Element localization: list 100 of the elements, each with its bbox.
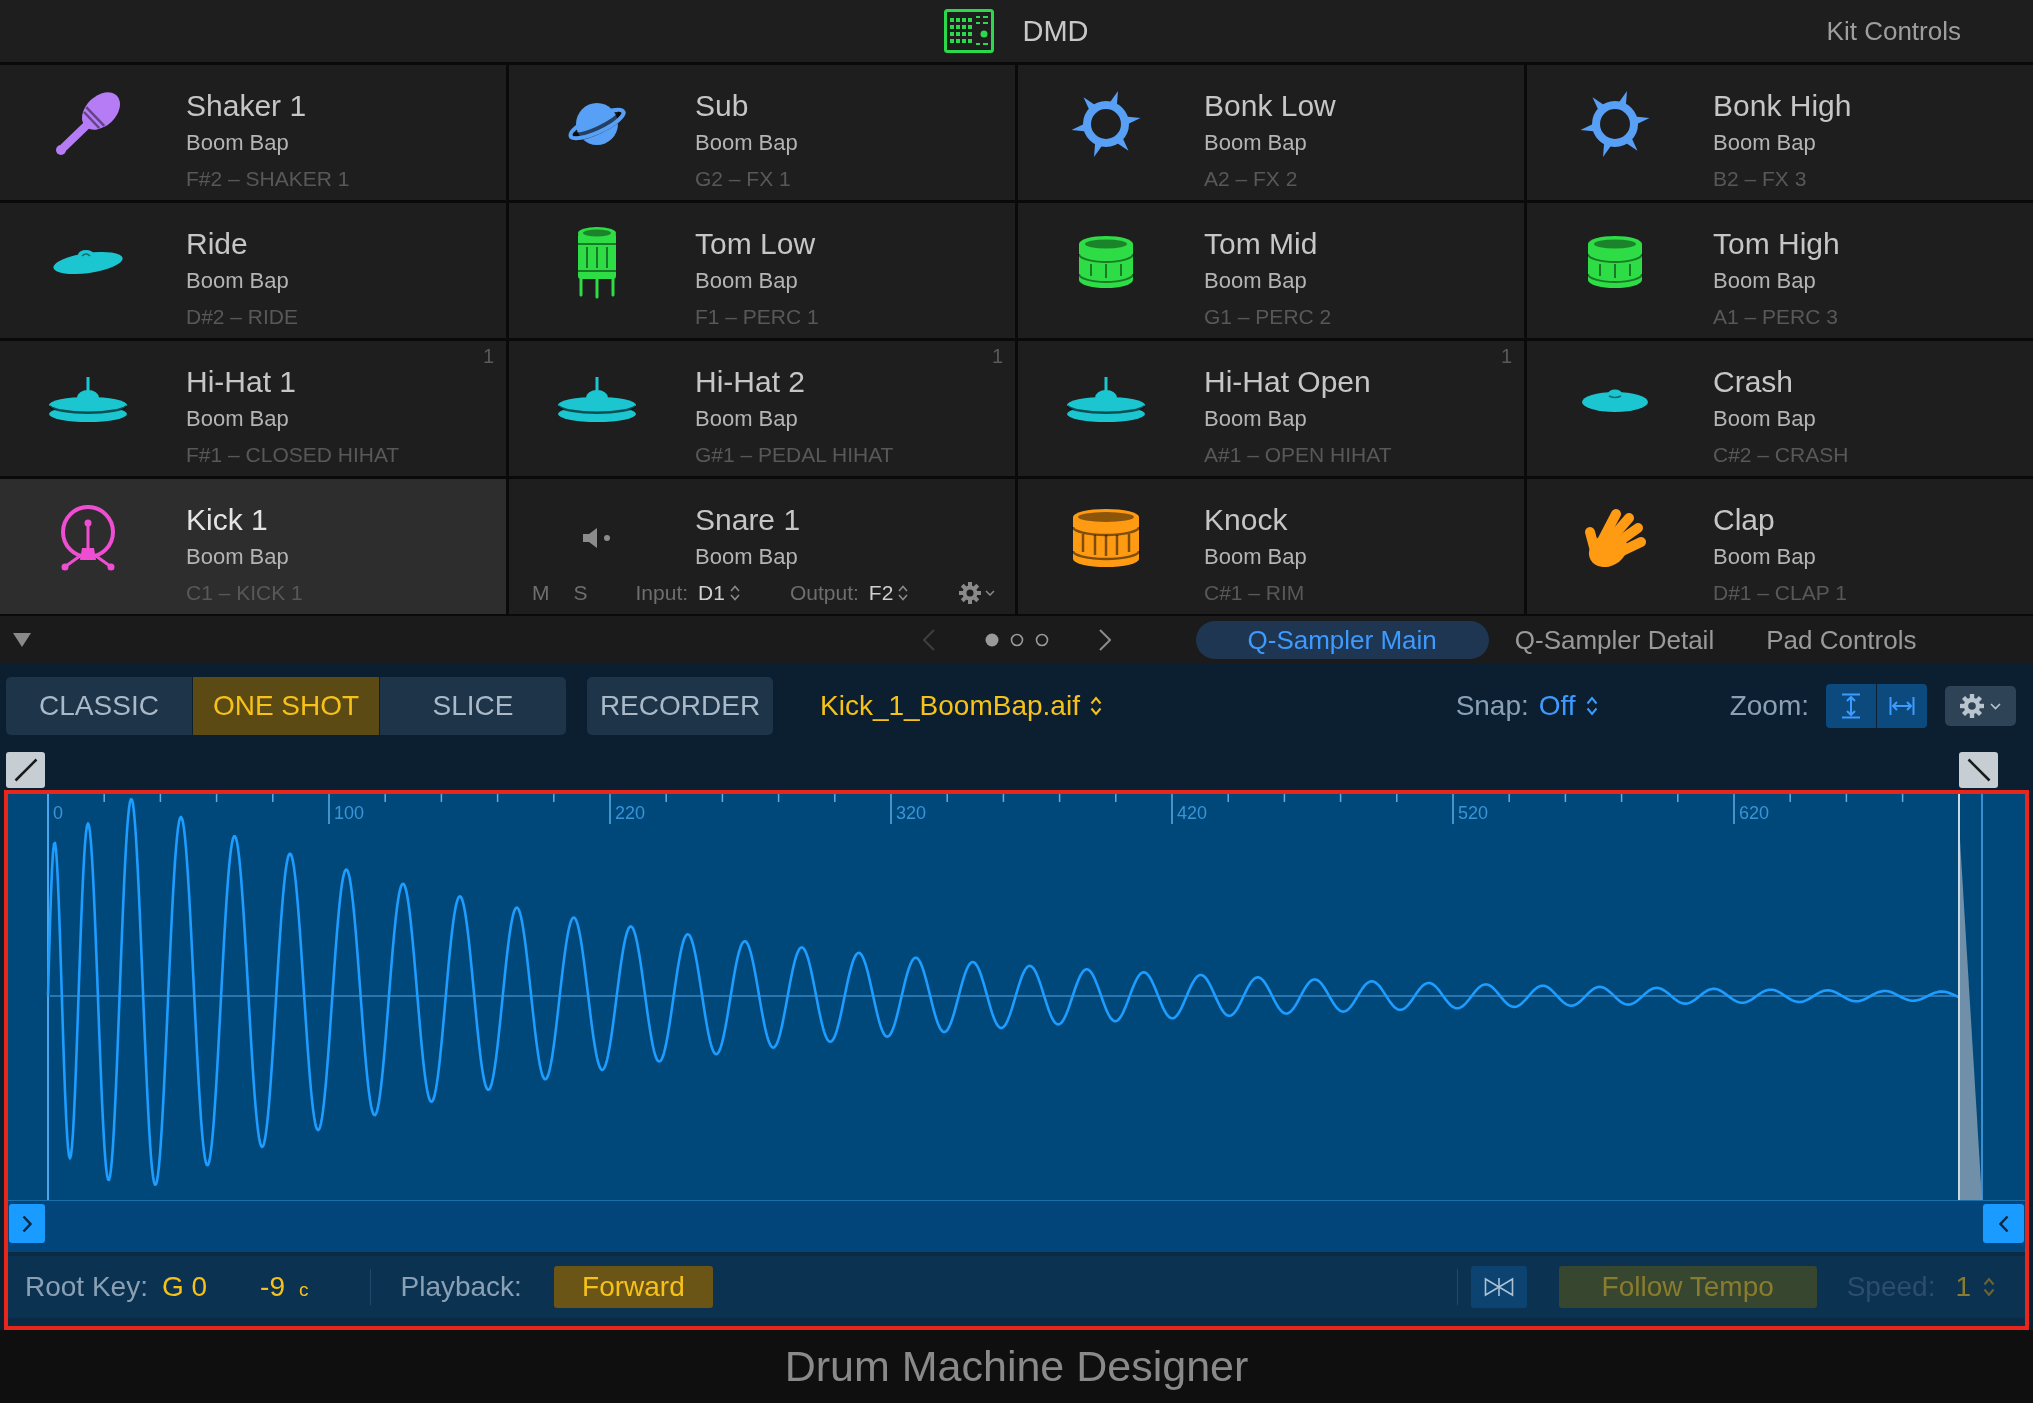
pad-name: Bonk High [1713,88,1852,124]
drum-pad[interactable]: Bonk Low Boom Bap A2 – FX 2 [1018,65,1524,200]
kit-name: Boom Bap [186,543,289,571]
scroll-left-button[interactable] [1983,1204,2024,1243]
chevron-left-icon [1998,1214,2009,1233]
drum-pad[interactable]: Knock Boom Bap C#1 – RIM [1018,479,1524,614]
drum-pad[interactable]: Bonk High Boom Bap B2 – FX 3 [1527,65,2033,200]
plugin-name: Drum Machine Designer [784,1342,1249,1391]
input-selector[interactable]: D1 [698,581,740,605]
note-label: G#1 – PEDAL HIHAT [695,442,895,468]
choke-group-number: 1 [1500,345,1512,368]
tab[interactable]: Pad Controls [1740,621,1943,659]
pad-name: Hi-Hat 1 [186,364,297,400]
playback-label: Playback: [400,1271,522,1303]
drum-pad[interactable]: Tom Low Boom Bap F1 – PERC 1 [509,203,1015,338]
drum-pad[interactable]: 1 Hi-Hat Open Boom Bap A#1 – OPEN HIHAT [1018,341,1524,476]
scroll-right-button[interactable] [9,1204,45,1243]
drum-pad[interactable]: Shaker 1 Boom Bap F#2 – SHAKER 1 [0,65,506,200]
note-label: G2 – FX 1 [695,166,792,192]
file-selector[interactable]: Kick_1_BoomBap.aif [820,690,1102,722]
page-dot-icon[interactable] [1009,633,1024,647]
kit-controls-button[interactable]: Kit Controls [1826,15,1961,47]
kit-name: Boom Bap [1713,543,1816,571]
ruler-label: 620 [1739,803,1770,823]
drum-pad[interactable]: Crash Boom Bap C#2 – CRASH [1527,341,2033,476]
root-key-label: Root Key: [25,1271,148,1303]
collapse-button[interactable] [13,633,31,647]
stepper-icon [729,585,740,601]
playback-mode-button[interactable]: Forward [553,1266,713,1308]
note-label: F#2 – SHAKER 1 [186,166,351,192]
note-label: B2 – FX 3 [1713,166,1808,192]
pad-name: Kick 1 [186,502,269,538]
next-page-button[interactable] [1098,629,1111,651]
choke-group-number: 1 [991,345,1003,368]
chevron-right-icon [22,1214,32,1233]
output-label: Output: [789,581,859,605]
vertical-zoom-button[interactable] [1826,684,1876,728]
pad-name: Shaker 1 [186,88,307,124]
kit-name: Boom Bap [186,129,290,157]
horizontal-zoom-icon [1889,695,1915,717]
note-label: A#1 – OPEN HIHAT [1204,442,1393,468]
page-dot-icon[interactable] [984,633,999,647]
pad-name: Bonk Low [1204,88,1336,124]
kit-name: Boom Bap [1204,267,1308,295]
kit-name: Boom Bap [1713,129,1817,157]
ruler-label: 100 [334,803,365,823]
root-key-value[interactable]: G 0 [161,1271,208,1303]
note-label: F#1 – CLOSED HIHAT [186,442,401,468]
chevron-down-icon [985,590,995,596]
kit-name: Boom Bap [695,543,799,571]
start-marker-handle[interactable] [6,752,45,788]
window-title: DMD [1022,14,1089,48]
chevron-right-icon [1098,629,1111,651]
kit-name: Boom Bap [186,267,289,295]
stepper-icon [1089,696,1102,716]
fine-tune-value[interactable]: -9 [260,1271,285,1303]
recorder-button[interactable]: RECORDER [587,677,773,735]
kit-name: Boom Bap [695,405,799,433]
end-marker-handle[interactable] [1959,752,1998,788]
pad-name: Ride [186,226,249,262]
drum-pad[interactable]: Clap Boom Bap D#1 – CLAP 1 [1527,479,2033,614]
mode-button[interactable]: CLASSIC [6,677,192,735]
drum-pad[interactable]: Snare 1 Boom Bap M S Input: D1 Output: F2 [509,479,1015,614]
kit-name: Boom Bap [1204,405,1308,433]
drum-pad[interactable]: 1 Hi-Hat 2 Boom Bap G#1 – PEDAL HIHAT [509,341,1015,476]
drum-pad[interactable]: Tom Mid Boom Bap G1 – PERC 2 [1018,203,1524,338]
disclosure-triangle-icon [13,633,31,647]
stepper-icon [1585,696,1598,716]
page-dot-icon[interactable] [1034,633,1049,647]
drum-pad[interactable]: 1 Hi-Hat 1 Boom Bap F#1 – CLOSED HIHAT [0,341,506,476]
ruler-label: 0 [53,803,63,823]
mode-button[interactable]: ONE SHOT [193,677,379,735]
tab[interactable]: Q-Sampler Main [1195,621,1489,659]
pad-settings-button[interactable] [959,582,995,604]
speaker-icon[interactable] [582,527,612,549]
pad-name: Tom High [1713,226,1840,262]
drum-pad[interactable]: Tom High Boom Bap A1 – PERC 3 [1527,203,2033,338]
ruler-label: 520 [1458,803,1489,823]
drum-pad[interactable]: Sub Boom Bap G2 – FX 1 [509,65,1015,200]
snap-selector[interactable]: Off [1538,690,1598,722]
kit-name: Boom Bap [1204,543,1307,571]
settings-menu-button[interactable] [1945,686,2016,726]
stepper-icon [898,585,909,601]
gear-icon [1960,694,1984,718]
ruler-label: 220 [615,803,646,823]
output-selector[interactable]: F2 [868,581,909,605]
note-label: G1 – PERC 2 [1204,304,1333,330]
note-label: F1 – PERC 1 [695,304,820,330]
pad-name: Snare 1 [695,502,801,538]
drum-pad[interactable]: Ride Boom Bap D#2 – RIDE [0,203,506,338]
tab[interactable]: Q-Sampler Detail [1488,621,1741,659]
pad-name: Hi-Hat Open [1204,364,1371,400]
note-label: D#1 – CLAP 1 [1713,580,1848,606]
kit-name: Boom Bap [695,267,799,295]
gear-icon [959,582,981,604]
mode-button[interactable]: SLICE [380,677,566,735]
crossfade-button[interactable] [1470,1266,1527,1308]
note-label: C#2 – CRASH [1713,442,1850,468]
horizontal-zoom-button[interactable] [1877,684,1927,728]
kit-name: Boom Bap [1204,129,1308,157]
